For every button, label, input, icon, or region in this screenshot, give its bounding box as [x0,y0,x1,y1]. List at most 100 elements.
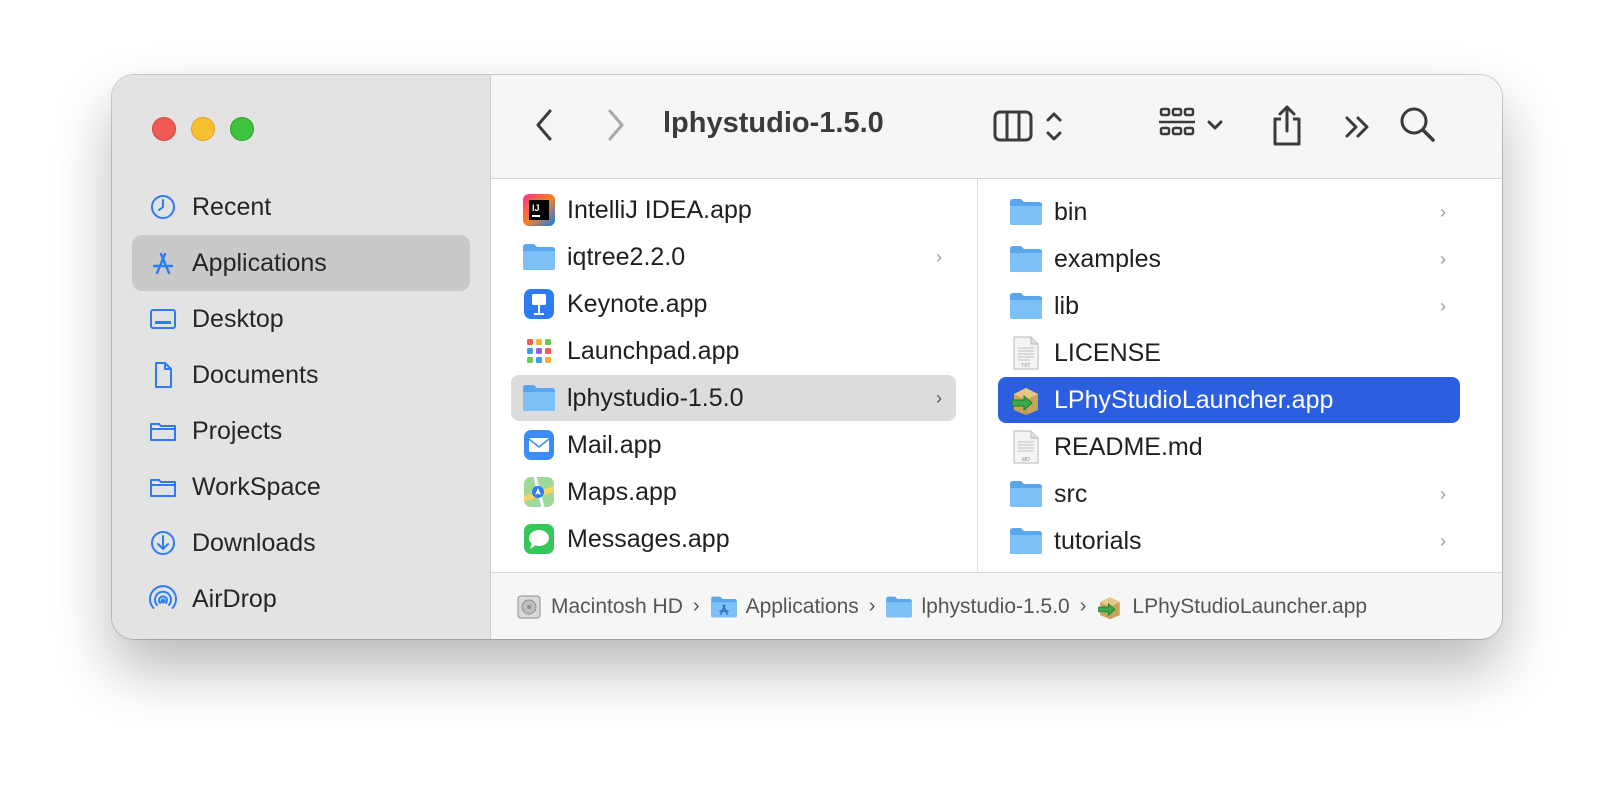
airdrop-icon [148,584,178,614]
sidebar-item-downloads[interactable]: Downloads [132,515,470,571]
list-item-selected[interactable]: lphystudio-1.5.0 › [511,375,956,421]
sidebar-item-desktop[interactable]: Desktop [132,291,470,347]
download-icon [148,528,178,558]
list-item[interactable]: IJ IntelliJ IDEA.app [511,187,956,233]
document-icon [148,360,178,390]
list-item[interactable]: src › [998,471,1460,517]
grid-group-icon [1159,107,1223,136]
view-mode-button[interactable] [991,105,1081,149]
chevron-right-icon: › [936,388,942,408]
folder-icon [521,380,557,416]
forward-button[interactable] [595,105,635,145]
path-crumb-macintosh-hd[interactable]: Macintosh HD [515,593,683,621]
chevron-right-icon: › [1440,484,1446,504]
chevron-right-icon: › [1440,531,1446,551]
folder-icon [885,593,913,621]
zoom-window-button[interactable] [230,117,254,141]
sidebar-item-projects[interactable]: Projects [132,403,470,459]
sidebar-favorites: Recent Applications Desktop Documents Pr… [132,179,470,627]
path-bar: Macintosh HD › Applications › lphystudio… [491,572,1502,639]
share-icon [1273,105,1301,146]
path-crumb-launcher-app[interactable]: LPhyStudioLauncher.app [1096,593,1367,621]
intellij-icon: IJ [521,192,557,228]
list-item[interactable]: lib › [998,283,1460,329]
maps-icon [521,474,557,510]
more-toolbar-items-button[interactable] [1339,107,1379,147]
item-label: LICENSE [1054,338,1161,367]
sidebar-item-label: WorkSpace [192,472,321,501]
svg-text:IJ: IJ [532,203,540,213]
list-item[interactable]: TXT LICENSE [998,330,1460,376]
group-by-button[interactable] [1157,103,1233,147]
list-item[interactable]: Mail.app [511,422,956,468]
sidebar-item-label: AirDrop [192,584,277,613]
column-view-icon [993,110,1062,142]
applications-icon [148,248,178,278]
sidebar-item-label: Recent [192,192,272,221]
list-item[interactable]: tutorials › [998,518,1460,564]
launchpad-icon [521,333,557,369]
path-separator: › [868,595,876,617]
list-item[interactable]: MD README.md [998,424,1460,470]
folder-icon [148,416,178,446]
svg-text:TXT: TXT [1021,363,1030,369]
crumb-label: LPhyStudioLauncher.app [1132,594,1368,618]
window-title: lphystudio-1.5.0 [663,107,884,139]
item-label: IntelliJ IDEA.app [567,195,752,224]
sidebar: Recent Applications Desktop Documents Pr… [112,75,491,639]
item-label: tutorials [1054,526,1142,555]
finder-window: Recent Applications Desktop Documents Pr… [112,75,1502,639]
folder-icon [1008,241,1044,277]
item-label: LPhyStudioLauncher.app [1054,385,1334,414]
text-file-icon: TXT [1008,335,1044,371]
item-label: src [1054,479,1088,508]
item-label: examples [1054,244,1161,273]
item-label: Mail.app [567,430,662,459]
search-button[interactable] [1397,103,1439,147]
crumb-label: Applications [745,594,859,618]
folder-icon [1008,476,1044,512]
sidebar-item-documents[interactable]: Documents [132,347,470,403]
list-item[interactable]: bin › [998,189,1460,235]
close-window-button[interactable] [152,117,176,141]
sidebar-item-recent[interactable]: Recent [132,179,470,235]
hard-drive-icon [515,593,543,621]
folder-icon [1008,523,1044,559]
path-separator: › [692,595,700,617]
traffic-lights [152,117,254,141]
list-item[interactable]: Launchpad.app [511,328,956,374]
chevron-right-icon: › [936,247,942,267]
svg-text:MD: MD [1022,457,1030,463]
search-icon [1400,107,1435,142]
item-label: lib [1054,291,1080,320]
back-button[interactable] [525,105,565,145]
list-item[interactable]: Keynote.app [511,281,956,327]
path-crumb-lphystudio[interactable]: lphystudio-1.5.0 [885,593,1070,621]
mail-icon [521,427,557,463]
crumb-label: lphystudio-1.5.0 [921,594,1070,618]
minimize-window-button[interactable] [191,117,215,141]
share-button[interactable] [1267,101,1307,149]
list-item[interactable]: Maps.app [511,469,956,515]
browser-column-lphystudio[interactable]: bin › examples › lib › TXT LICENSE LPhyS… [978,179,1502,571]
path-crumb-applications[interactable]: Applications [710,593,859,621]
sidebar-item-workspace[interactable]: WorkSpace [132,459,470,515]
item-label: iqtree2.2.0 [567,242,686,271]
list-item-selected[interactable]: LPhyStudioLauncher.app [998,377,1460,423]
launcher-app-icon [1008,382,1044,418]
list-item[interactable]: iqtree2.2.0 › [511,234,956,280]
list-item[interactable]: examples › [998,236,1460,282]
messages-icon [521,521,557,557]
desktop-icon [148,304,178,334]
item-label: Launchpad.app [567,336,740,365]
browser-column-applications[interactable]: IJ IntelliJ IDEA.app iqtree2.2.0 › Keyno… [491,179,978,571]
folder-icon [1008,194,1044,230]
chevron-left-icon [536,109,552,141]
list-item[interactable]: Messages.app [511,516,956,562]
sidebar-item-applications[interactable]: Applications [132,235,470,291]
sidebar-item-airdrop[interactable]: AirDrop [132,571,470,627]
folder-icon [1008,288,1044,324]
sidebar-item-label: Projects [192,416,283,445]
chevron-right-icon: › [1440,202,1446,222]
clock-icon [148,192,178,222]
